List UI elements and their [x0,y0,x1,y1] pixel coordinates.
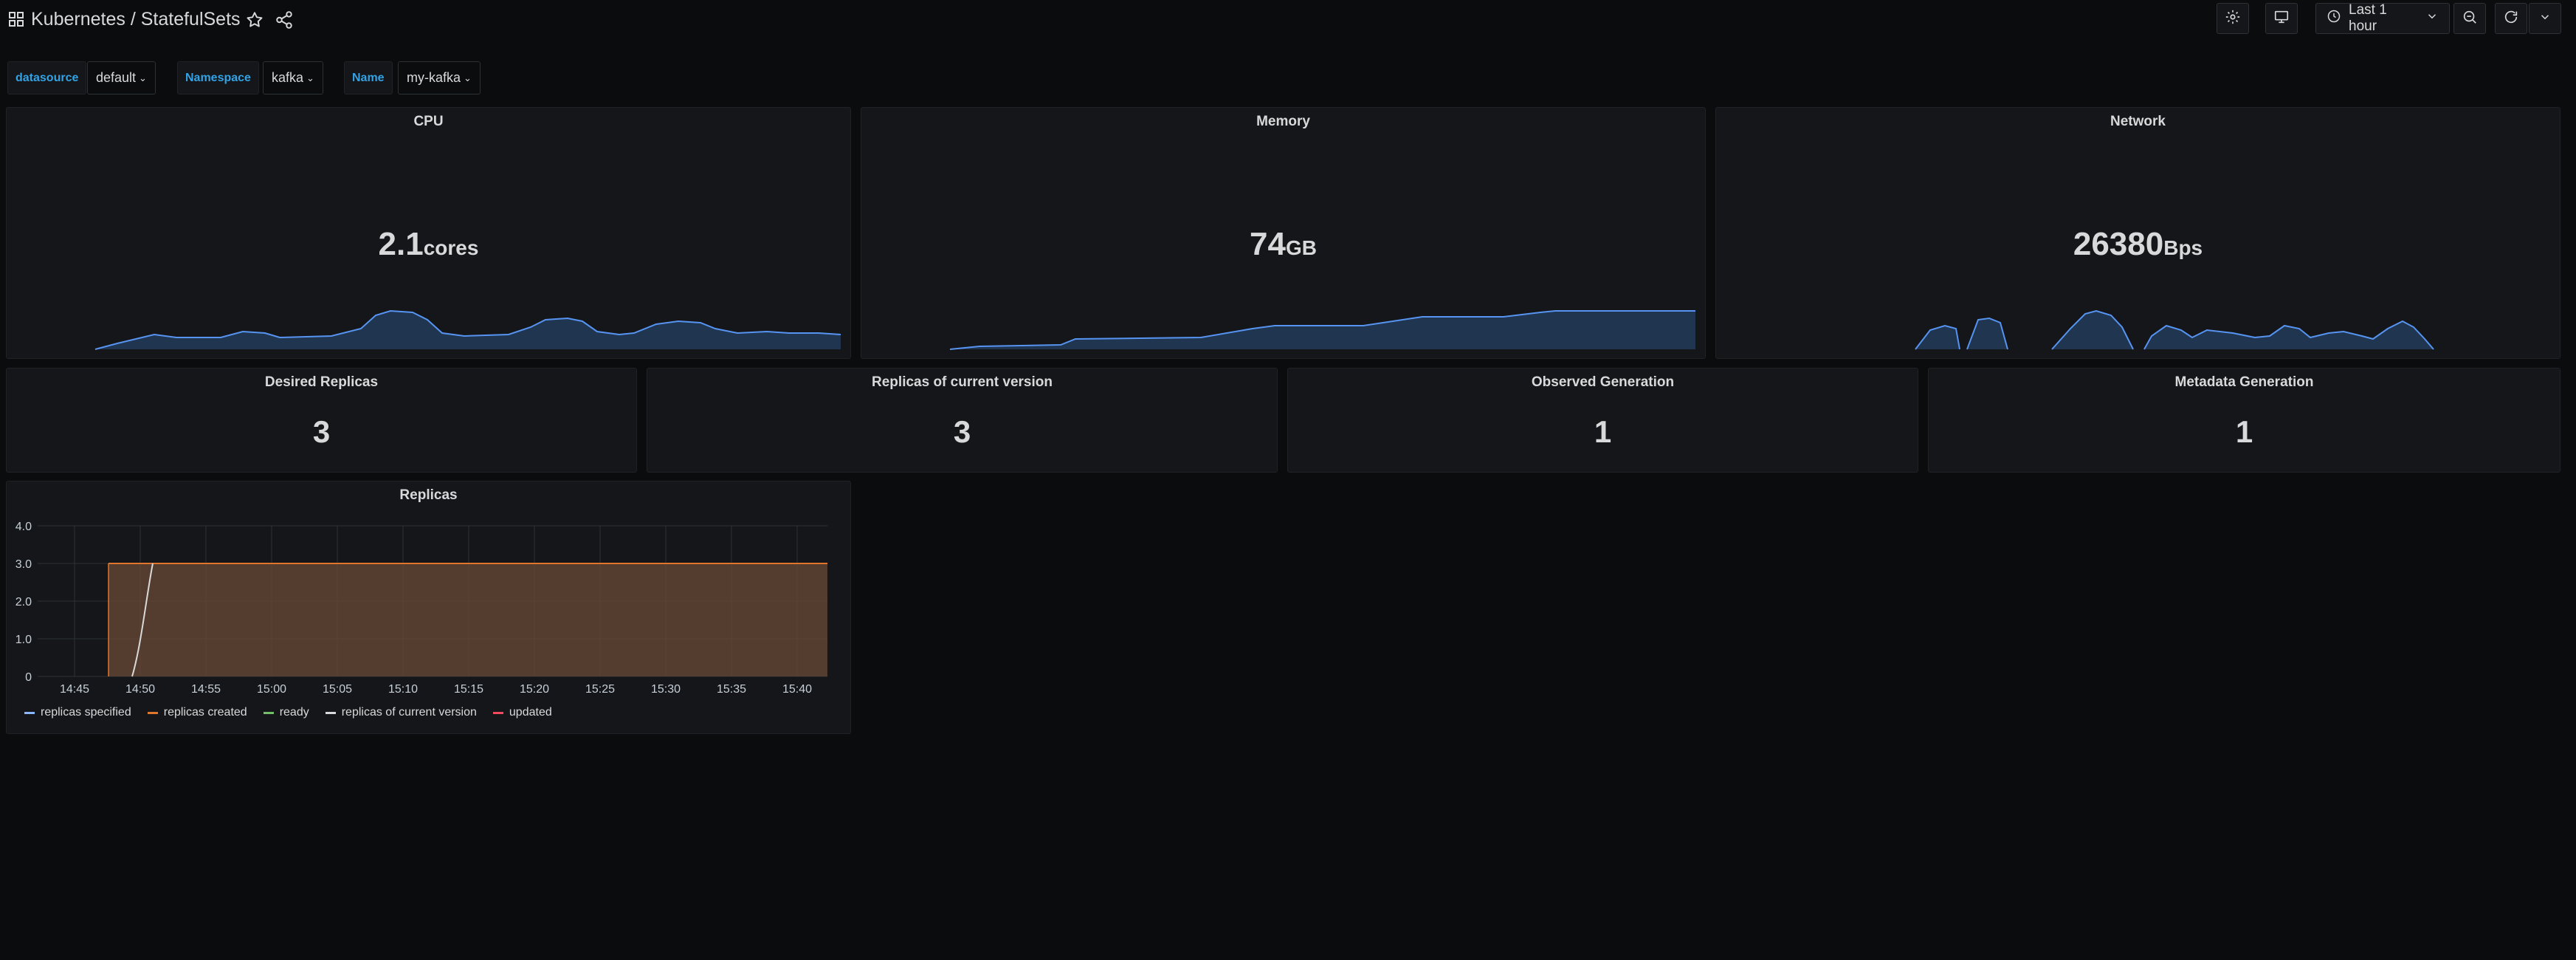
x-tick-label: 15:30 [651,683,681,696]
network-stat-value: 26380Bps [1716,226,2560,263]
zoom-out-icon [2462,9,2478,29]
stat-unit: GB [1285,236,1317,259]
legend-swatch [147,711,158,714]
x-tick-label: 14:55 [191,683,221,696]
x-tick-label: 15:05 [323,683,352,696]
star-icon[interactable] [245,10,264,30]
variable-value: kafka [272,70,304,85]
refresh-interval-button[interactable] [2529,3,2561,34]
y-tick-label: 2.0 [16,596,32,608]
current-version-replicas-value: 3 [953,414,971,449]
replicas-chart: 0 1.0 2.0 3.0 4.0 14:45 14:50 14:55 15:00 15:05 15… [16,521,827,696]
stat-unit: Bps [2163,236,2203,259]
x-tick-label: 14:50 [125,683,155,696]
legend-label: ready [279,706,309,719]
legend-swatch [24,711,35,714]
network-panel[interactable]: Network 26380Bps [1715,107,2560,359]
y-tick-label: 4.0 [16,521,32,533]
y-tick-label: 0 [25,671,32,684]
replicas-area [109,563,827,676]
breadcrumb-folder[interactable]: Kubernetes [31,9,125,30]
dashboard-grid-icon[interactable] [7,10,25,28]
chart-legend: replicas specified replicas created ready r… [24,706,552,719]
current-version-replicas-panel[interactable]: Replicas of current version 3 [647,368,1278,473]
chevron-down-icon [2538,10,2552,27]
legend-item[interactable]: ready [263,706,309,719]
legend-item[interactable]: replicas of current version [325,706,477,719]
stat-unit: cores [423,236,479,259]
settings-button[interactable] [2217,3,2249,34]
y-tick-label: 1.0 [16,634,32,646]
x-tick-label: 15:25 [585,683,615,696]
dashboard-title[interactable]: StatefulSets [141,9,241,30]
observed-generation-panel[interactable]: Observed Generation 1 [1287,368,1918,473]
legend-label: replicas specified [41,706,131,719]
cpu-panel[interactable]: CPU 2.1cores [6,107,851,359]
stat-number: 2.1 [378,226,424,262]
x-tick-label: 15:10 [388,683,418,696]
x-tick-label: 15:00 [257,683,286,696]
chevron-down-icon: ⌄ [306,72,314,83]
panel-title: Desired Replicas [264,374,379,390]
observed-generation-value: 1 [1594,414,1612,449]
time-range-picker[interactable]: Last 1 hour [2315,2,2450,34]
refresh-icon [2503,9,2519,29]
variable-value: default [96,70,137,85]
chevron-down-icon: ⌄ [139,72,147,83]
zoom-out-button[interactable] [2453,3,2486,34]
panel-title: Network [2110,114,2166,129]
y-tick-label: 3.0 [16,558,32,571]
panel-title: Metadata Generation [2174,374,2314,390]
panel-title: CPU [413,114,444,129]
variable-select-datasource[interactable]: default ⌄ [87,61,156,95]
metadata-generation-value: 1 [2235,414,2253,449]
legend-swatch [492,711,503,714]
cpu-sparkline [94,309,841,350]
memory-stat-value: 74GB [861,226,1705,263]
breadcrumb: Kubernetes / StatefulSets [31,4,241,34]
legend-item[interactable]: replicas created [147,706,247,719]
x-tick-label: 15:40 [782,683,812,696]
panel-title: Replicas of current version [872,374,1053,390]
variable-label-name: Name [344,61,393,95]
panel-title: Memory [1256,114,1310,129]
variable-select-name[interactable]: my-kafka ⌄ [398,61,481,95]
network-sparkline [1915,309,2434,350]
stat-number: 74 [1250,226,1286,262]
legend-label: updated [509,706,552,719]
chevron-down-icon: ⌄ [464,72,472,83]
metadata-generation-panel[interactable]: Metadata Generation 1 [1928,368,2560,473]
replicas-graph-panel[interactable]: Replicas 0 1.0 2.0 3.0 4.0 14:45 14:50 14:55 15:… [6,481,851,734]
memory-sparkline [949,310,1695,350]
variable-label-datasource: datasource [7,61,87,95]
x-tick-label: 15:35 [717,683,746,696]
legend-item[interactable]: replicas specified [24,706,131,719]
legend-label: replicas of current version [341,706,477,719]
gear-icon [2225,9,2241,29]
panel-title: Observed Generation [1531,374,1675,390]
legend-swatch [263,711,274,714]
share-icon[interactable] [275,10,294,30]
variable-value: my-kafka [407,70,461,85]
monitor-icon [2273,9,2290,29]
x-tick-label: 15:20 [520,683,549,696]
x-tick-label: 14:45 [60,683,89,696]
tv-mode-button[interactable] [2265,3,2298,34]
time-range-label: Last 1 hour [2349,2,2387,34]
legend-swatch [325,711,336,714]
memory-panel[interactable]: Memory 74GB [861,107,1706,359]
stat-number: 26380 [2073,226,2164,262]
desired-replicas-panel[interactable]: Desired Replicas 3 [6,368,637,473]
chevron-down-icon [2425,10,2439,27]
breadcrumb-separator: / [130,9,136,30]
desired-replicas-value: 3 [312,414,331,449]
legend-label: replicas created [163,706,247,719]
refresh-button[interactable] [2495,3,2527,34]
variable-select-namespace[interactable]: kafka ⌄ [263,61,323,95]
clock-icon [2327,9,2341,28]
cpu-stat-value: 2.1cores [7,226,850,263]
variable-label-namespace: Namespace [177,61,259,95]
legend-item[interactable]: updated [492,706,552,719]
x-tick-label: 15:15 [454,683,483,696]
